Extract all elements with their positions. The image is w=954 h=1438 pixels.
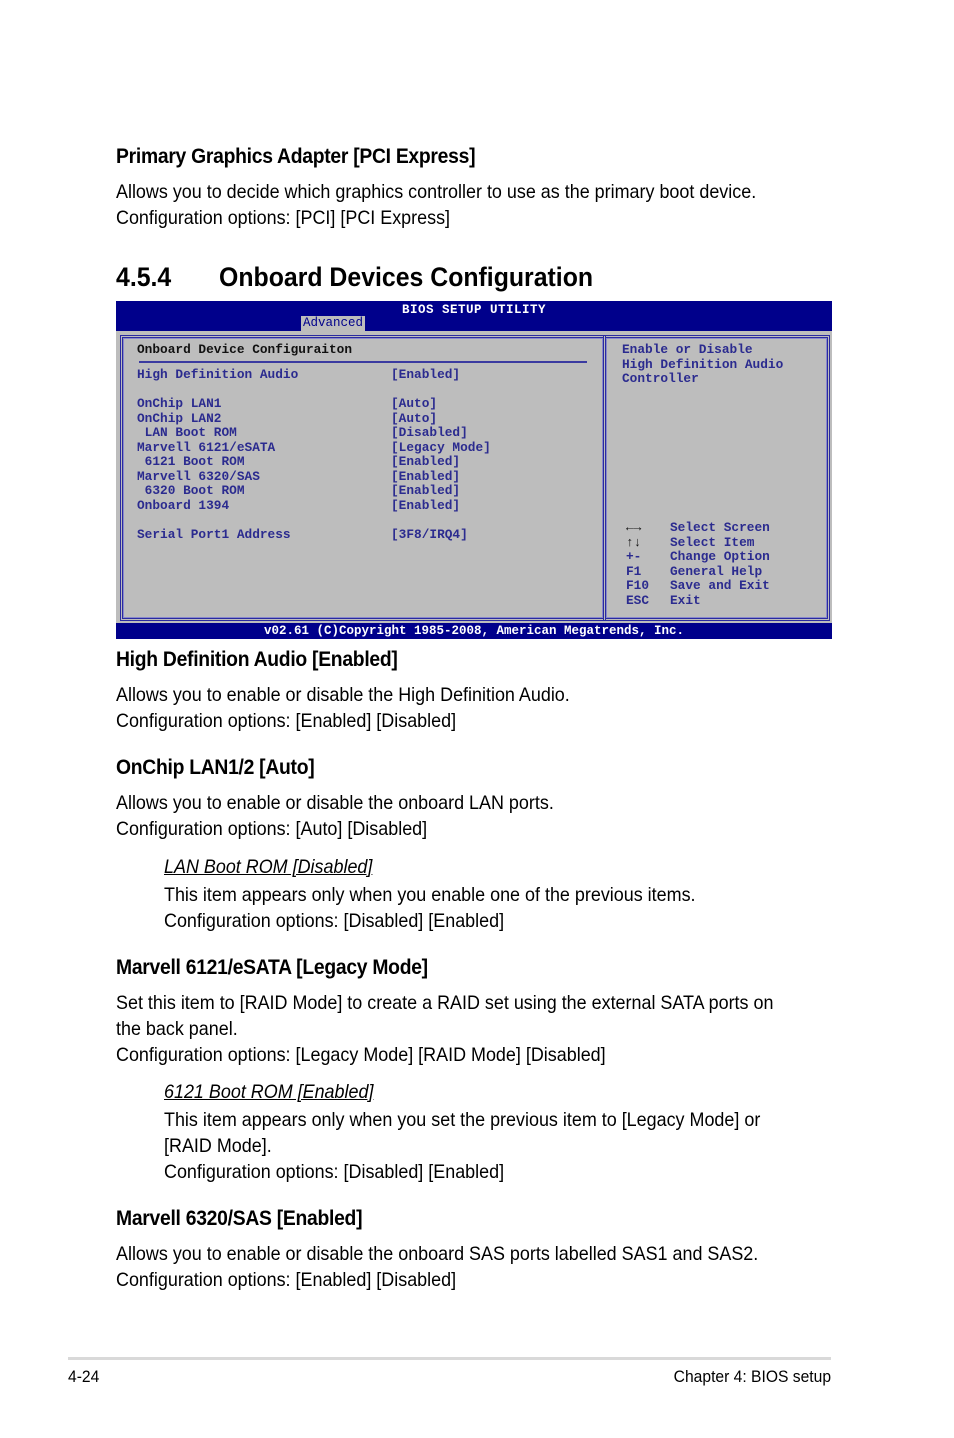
footer-divider: [68, 1357, 831, 1360]
6121-boot-rom-desc: This item appears only when you set the …: [164, 1109, 761, 1131]
setting-value: [Enabled]: [391, 483, 461, 498]
section-heading: 4.5.4 Onboard Devices Configuration: [116, 262, 593, 293]
up-down-arrows-icon: ↑↓: [626, 534, 642, 550]
left-right-arrows-icon: ←→: [626, 520, 642, 535]
subsection-title-6121-boot-rom: 6121 Boot ROM [Enabled]: [164, 1081, 374, 1103]
key-action: Exit: [670, 592, 701, 608]
setting-label: OnChip LAN1: [137, 396, 222, 411]
marvell-6121-desc-cont: the back panel.: [116, 1018, 238, 1040]
section-number: 4.5.4: [116, 262, 172, 292]
marvell-6121-desc: Set this item to [RAID Mode] to create a…: [116, 992, 774, 1014]
setting-value: [Enabled]: [391, 454, 461, 469]
onchip-lan-desc: Allows you to enable or disable the onbo…: [116, 792, 554, 814]
setting-value: [Auto]: [391, 396, 438, 411]
6121-boot-rom-desc-cont: [RAID Mode].: [164, 1135, 272, 1157]
6121-boot-rom-options: Configuration options: [Disabled] [Enabl…: [164, 1161, 505, 1183]
bios-copyright: v02.61 (C)Copyright 1985-2008, American …: [116, 623, 832, 639]
bios-title: BIOS SETUP UTILITY: [401, 303, 547, 317]
key-label: +-: [626, 549, 642, 564]
setting-label: High Definition Audio: [137, 367, 299, 382]
setting-row[interactable]: 6320 Boot ROM [Enabled]: [123, 483, 593, 499]
panel-divider: [139, 361, 587, 363]
settings-panel: Onboard Device Configuraiton High Defini…: [120, 335, 606, 621]
setting-value: [Auto]: [391, 410, 438, 426]
key-action: Save and Exit: [670, 578, 770, 593]
marvell-6320-options: Configuration options: [Enabled] [Disabl…: [116, 1269, 457, 1291]
section-title-primary-graphics: Primary Graphics Adapter [PCI Express]: [116, 145, 476, 168]
primary-graphics-options: Configuration options: [PCI] [PCI Expres…: [116, 207, 451, 229]
primary-graphics-desc: Allows you to decide which graphics cont…: [116, 181, 757, 203]
setting-row[interactable]: Onboard 1394 [Enabled]: [123, 497, 593, 514]
key-label: ESC: [626, 592, 650, 608]
help-line: Enable or Disable: [622, 342, 753, 357]
setting-row[interactable]: LAN Boot ROM [Disabled]: [123, 425, 593, 441]
setting-value: [Enabled]: [391, 367, 461, 382]
setting-label: OnChip LAN2: [137, 410, 222, 426]
onchip-lan-options: Configuration options: [Auto] [Disabled]: [116, 818, 428, 840]
setting-row[interactable]: 6121 Boot ROM [Enabled]: [123, 454, 593, 470]
setting-label: Marvell 6121/eSATA: [137, 439, 276, 455]
key-label: F10: [626, 578, 650, 593]
setting-label: 6320 Boot ROM: [137, 483, 245, 498]
section-heading-title: Onboard Devices Configuration: [219, 262, 594, 292]
chapter-label: Chapter 4: BIOS setup: [673, 1367, 831, 1386]
setting-label: Marvell 6320/SAS: [137, 468, 260, 484]
panel-heading: Onboard Device Configuraiton: [137, 342, 353, 357]
page-number: 4-24: [68, 1367, 100, 1386]
key-action: Select Item: [670, 534, 755, 550]
tab-advanced[interactable]: Advanced: [301, 316, 366, 331]
setting-row[interactable]: High Definition Audio [Enabled]: [123, 367, 593, 383]
help-line: High Definition Audio: [622, 356, 784, 372]
lan-boot-rom-options: Configuration options: [Disabled] [Enabl…: [164, 910, 505, 932]
key-action: General Help: [670, 563, 763, 579]
bios-screenshot: BIOS SETUP UTILITY Advanced Onboard Devi…: [116, 301, 832, 639]
section-title-hd-audio: High Definition Audio [Enabled]: [116, 648, 398, 671]
section-title-onchip-lan: OnChip LAN1/2 [Auto]: [116, 756, 315, 779]
setting-value: [3F8/IRQ4]: [391, 526, 468, 542]
setting-label: Serial Port1 Address: [137, 526, 291, 542]
key-action: Select Screen: [670, 520, 770, 535]
setting-value: [Disabled]: [391, 425, 468, 440]
setting-row[interactable]: OnChip LAN1 [Auto]: [123, 396, 593, 412]
setting-value: [Enabled]: [391, 468, 461, 484]
hd-audio-options: Configuration options: [Enabled] [Disabl…: [116, 710, 457, 732]
marvell-6320-desc: Allows you to enable or disable the onbo…: [116, 1243, 759, 1265]
section-title-marvell-6320: Marvell 6320/SAS [Enabled]: [116, 1207, 363, 1230]
setting-label: Onboard 1394: [137, 497, 230, 513]
key-action: Change Option: [670, 549, 770, 564]
help-panel: Enable or Disable High Definition Audio …: [603, 335, 830, 621]
marvell-6121-options: Configuration options: [Legacy Mode] [RA…: [116, 1044, 606, 1066]
setting-row[interactable]: Serial Port1 Address [3F8/IRQ4]: [123, 526, 593, 543]
lan-boot-rom-desc: This item appears only when you enable o…: [164, 884, 696, 906]
subsection-title-lan-boot-rom: LAN Boot ROM [Disabled]: [164, 856, 373, 878]
key-label: F1: [626, 563, 642, 579]
setting-label: LAN Boot ROM: [137, 425, 237, 440]
setting-value: [Legacy Mode]: [391, 439, 491, 455]
setting-value: [Enabled]: [391, 497, 461, 513]
setting-label: 6121 Boot ROM: [137, 454, 245, 469]
hd-audio-desc: Allows you to enable or disable the High…: [116, 684, 570, 706]
section-title-marvell-6121: Marvell 6121/eSATA [Legacy Mode]: [116, 956, 428, 979]
bios-title-bar: BIOS SETUP UTILITY Advanced: [116, 301, 832, 331]
help-line: Controller: [622, 371, 699, 386]
